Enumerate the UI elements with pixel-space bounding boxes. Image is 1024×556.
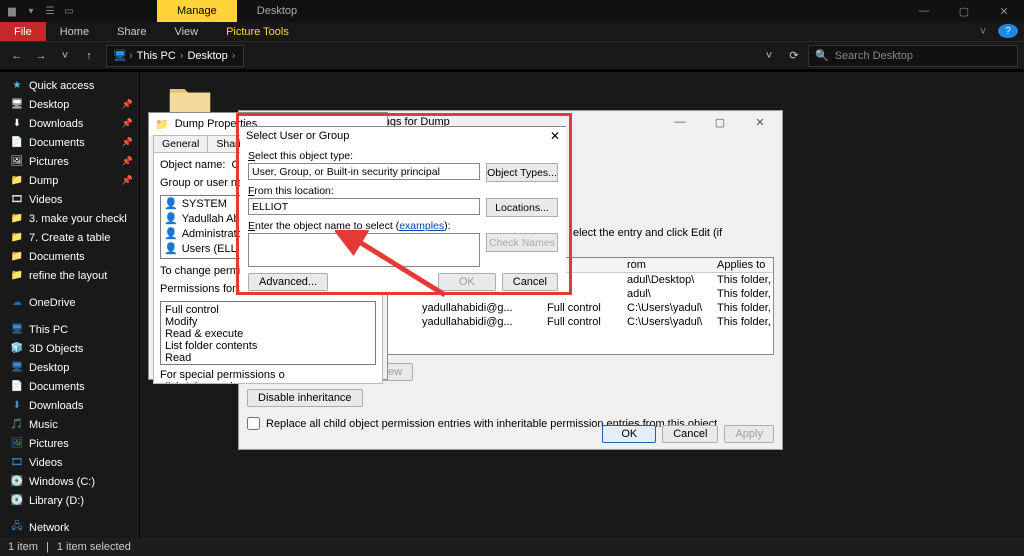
ribbon-tabs: File Home Share View Picture Tools ˅ ?	[0, 22, 1024, 42]
back-button[interactable]: ←	[6, 45, 28, 67]
permission-item: List folder contents	[165, 340, 371, 352]
object-type-field[interactable]	[248, 163, 480, 180]
maximize-button[interactable]: ▢	[944, 0, 984, 22]
ribbon-collapse-button[interactable]: ˅	[968, 22, 998, 41]
help-icon[interactable]: ?	[998, 24, 1018, 38]
sidebar-item[interactable]: 📁7. Create a table	[0, 228, 139, 247]
from-location-field[interactable]	[248, 198, 480, 215]
breadcrumb-pc[interactable]: This PC	[135, 50, 178, 62]
advanced-button[interactable]: Advanced...	[248, 273, 328, 291]
search-icon: 🔍	[815, 49, 829, 62]
view-tab[interactable]: View	[160, 22, 212, 41]
sidebar-item[interactable]: 🎵Music	[0, 415, 139, 434]
sidebar-item[interactable]: 🖼Pictures	[0, 434, 139, 453]
this-pc-header[interactable]: 🖥This PC	[0, 320, 139, 339]
disable-inheritance-button[interactable]: Disable inheritance	[247, 389, 363, 407]
sidebar-item[interactable]: 🎞Videos	[0, 453, 139, 472]
permission-item: Write	[165, 364, 371, 365]
breadcrumb-desktop[interactable]: Desktop	[185, 50, 229, 62]
search-box[interactable]: 🔍 Search Desktop	[808, 45, 1018, 67]
up-button[interactable]: ↑	[78, 45, 100, 67]
sidebar-item[interactable]: ⬇Downloads📌	[0, 114, 139, 133]
adv-cancel-button[interactable]: Cancel	[662, 425, 718, 443]
object-name-input[interactable]	[248, 233, 480, 267]
sidebar-item[interactable]: 📁3. make your checkl	[0, 209, 139, 228]
folder-icon: 📁	[155, 118, 169, 131]
onedrive-header[interactable]: ☁OneDrive	[0, 293, 139, 312]
special-note: For special permissions o click Advanced…	[160, 369, 376, 384]
properties-icon[interactable]: ☰	[42, 4, 58, 18]
sidebar-item[interactable]: 🖥Desktop📌	[0, 95, 139, 114]
sidebar-item[interactable]: ⬇Downloads	[0, 396, 139, 415]
object-types-button[interactable]: Object Types...	[486, 163, 558, 182]
permission-item: Read & execute	[165, 328, 371, 340]
select-user-title: Select User or Group	[246, 130, 349, 142]
minimize-button[interactable]: —	[904, 0, 944, 22]
sidebar-item[interactable]: 📄Documents	[0, 377, 139, 396]
status-bar: 1 item | 1 item selected	[0, 538, 1024, 556]
home-tab[interactable]: Home	[46, 22, 103, 41]
refresh-button[interactable]: ⟳	[782, 49, 806, 62]
sidebar-item[interactable]: 📁Documents	[0, 247, 139, 266]
permission-list: Full controlModifyRead & executeList fol…	[160, 301, 376, 365]
adv-minimize-button[interactable]: —	[664, 116, 696, 128]
adv-close-button[interactable]: ✕	[744, 116, 776, 129]
replace-checkbox[interactable]	[247, 417, 260, 430]
tab-general[interactable]: General	[153, 135, 208, 152]
select-user-dialog: Select User or Group ✕ Select this objec…	[240, 126, 566, 292]
locations-button[interactable]: Locations...	[486, 198, 558, 217]
window-title: Desktop	[237, 0, 317, 22]
select-ok-button[interactable]: OK	[438, 273, 496, 291]
check-names-button[interactable]: Check Names	[486, 233, 558, 252]
qa-toolbar-icon[interactable]: ▾	[23, 4, 39, 18]
sidebar-item[interactable]: 🧊3D Objects	[0, 339, 139, 358]
quick-access-header[interactable]: ★Quick access	[0, 76, 139, 95]
sidebar-item[interactable]: 💽Windows (C:)	[0, 472, 139, 491]
sidebar-item[interactable]: 📁refine the layout	[0, 266, 139, 285]
sidebar-item[interactable]: 🖼Pictures📌	[0, 152, 139, 171]
file-tab[interactable]: File	[0, 22, 46, 41]
adv-apply-button[interactable]: Apply	[724, 425, 774, 443]
search-placeholder: Search Desktop	[835, 50, 913, 62]
manage-tab[interactable]: Manage	[157, 0, 237, 22]
folder-icon: ▆	[4, 4, 20, 18]
new-folder-icon[interactable]: ▭	[61, 4, 77, 18]
item-count: 1 item	[8, 541, 38, 553]
recent-button[interactable]: ˅	[54, 45, 76, 67]
picture-tools-tab[interactable]: Picture Tools	[212, 22, 303, 41]
dialog-close-button[interactable]: ✕	[550, 129, 560, 143]
sidebar-item[interactable]: 📄Documents📌	[0, 133, 139, 152]
address-bar: ← → ˅ ↑ 🖥 › This PC › Desktop › ˅ ⟳ 🔍 Se…	[0, 42, 1024, 70]
adv-maximize-button[interactable]: ▢	[704, 116, 736, 129]
title-bar: ▆ ▾ ☰ ▭ Manage Desktop — ▢ ✕	[0, 0, 1024, 22]
from-location-label: From this location:	[248, 185, 558, 197]
sidebar-item[interactable]: 💽Library (D:)	[0, 491, 139, 510]
sidebar-item[interactable]: 📁Dump📌	[0, 171, 139, 190]
sidebar-item[interactable]: 🖥Desktop	[0, 358, 139, 377]
share-tab[interactable]: Share	[103, 22, 160, 41]
adv-ok-button[interactable]: OK	[602, 425, 656, 443]
network-header[interactable]: 🖧Network	[0, 518, 139, 537]
breadcrumb-dropdown[interactable]: ˅	[758, 45, 780, 67]
selection-count: 1 item selected	[57, 541, 131, 553]
examples-link[interactable]: examples	[399, 220, 444, 232]
close-button[interactable]: ✕	[984, 0, 1024, 22]
enter-object-name-label: Enter the object name to select (example…	[248, 220, 558, 232]
navigation-sidebar: ★Quick access 🖥Desktop📌⬇Downloads📌📄Docum…	[0, 72, 140, 538]
forward-button[interactable]: →	[30, 45, 52, 67]
object-name-label: Object name:	[160, 159, 225, 171]
permission-item: Full control	[165, 304, 371, 316]
sidebar-item[interactable]: 🎞Videos	[0, 190, 139, 209]
permission-item: Modify	[165, 316, 371, 328]
object-type-label: Select this object type:	[248, 150, 558, 162]
permission-item: Read	[165, 352, 371, 364]
breadcrumb[interactable]: 🖥 › This PC › Desktop ›	[106, 45, 244, 67]
select-cancel-button[interactable]: Cancel	[502, 273, 558, 291]
